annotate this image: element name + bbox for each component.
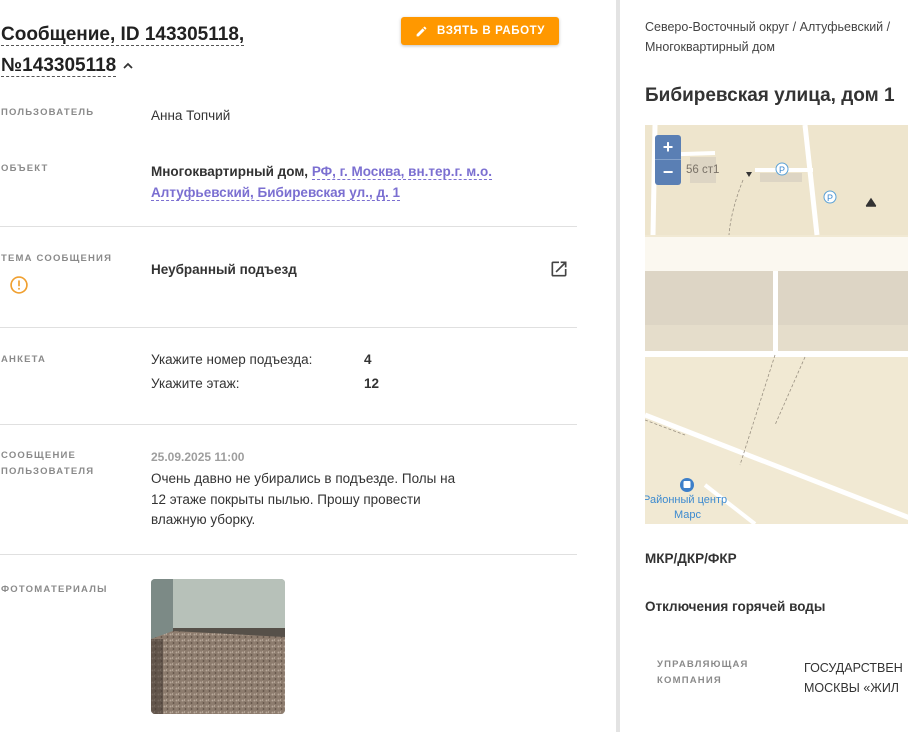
place-label-line-1: Районный центр: [645, 494, 727, 506]
divider: [0, 327, 577, 328]
message-label-line-2: ПОЛЬЗОВАТЕЛЯ: [1, 466, 95, 477]
panel-splitter[interactable]: [616, 0, 620, 732]
place-label-line-2: Марс: [674, 509, 702, 521]
uk-label-line-1: УПРАВЛЯЮЩАЯ: [657, 659, 749, 670]
take-to-work-label: ВЗЯТЬ В РАБОТУ: [436, 25, 546, 37]
divider: [0, 424, 577, 425]
survey-question: Укажите этаж:: [151, 376, 240, 391]
building-label: 56 ст1: [686, 164, 719, 176]
object-type: Многоквартирный дом,: [151, 164, 309, 179]
section-hot-water-header[interactable]: Отключения горячей воды: [645, 599, 825, 614]
management-company-label: УПРАВЛЯЮЩАЯ КОМПАНИЯ: [657, 657, 749, 689]
message-details-panel: Сообщение, ID 143305118, №143305118 ВЗЯТ…: [0, 0, 578, 732]
survey-label: АНКЕТА: [1, 354, 47, 365]
title-line-2[interactable]: №143305118: [1, 55, 117, 77]
user-value: Анна Топчий: [151, 108, 231, 123]
section-mkr-header[interactable]: МКР/ДКР/ФКР: [645, 551, 737, 566]
uk-value-line-2: МОСКВЫ «ЖИЛ: [804, 681, 900, 695]
parking-marker: P: [827, 193, 833, 203]
object-address-title: Бибиревская улица, дом 1: [645, 85, 895, 106]
survey-answer: 12: [364, 376, 380, 391]
pencil-icon: [416, 26, 427, 36]
chevron-up-icon[interactable]: [120, 58, 136, 74]
open-in-new-icon[interactable]: [549, 259, 569, 279]
message-label: СООБЩЕНИЕ ПОЛЬЗОВАТЕЛЯ: [1, 448, 94, 480]
zoom-out-button[interactable]: −: [655, 160, 681, 185]
photos-label: ФОТОМАТЕРИАЛЫ: [1, 584, 108, 595]
survey-question: Укажите номер подъезда:: [151, 352, 313, 367]
object-address-link-1[interactable]: РФ, г. Москва, вн.тер.г. м.о.: [311, 164, 492, 180]
map-zoom-control: + −: [655, 135, 681, 185]
message-label-line-1: СООБЩЕНИЕ: [1, 450, 77, 461]
user-label: ПОЛЬЗОВАТЕЛЬ: [1, 107, 95, 118]
object-side-panel: Северо-Восточный округ / Алтуфьевский / …: [621, 0, 908, 732]
survey-answer: 4: [364, 352, 372, 367]
topic-label: ТЕМА СООБЩЕНИЯ: [1, 253, 113, 264]
page-title: Сообщение, ID 143305118, №143305118: [1, 19, 301, 81]
divider: [0, 226, 577, 227]
management-company-value: ГОСУДАРСТВЕН МОСКВЫ «ЖИЛ: [804, 658, 908, 698]
object-label: ОБЪЕКТ: [1, 163, 49, 174]
uk-value-line-1: ГОСУДАРСТВЕН: [804, 661, 903, 675]
message-date: 25.09.2025 11:00: [151, 450, 245, 464]
title-line-1[interactable]: Сообщение, ID 143305118,: [1, 24, 245, 46]
divider: [0, 554, 577, 555]
object-address-link-2[interactable]: Алтуфьевский, Бибиревская ул., д. 1: [151, 185, 401, 201]
map[interactable]: P P 56 ст1 Районный центр Марс + −: [645, 125, 908, 524]
photo-thumbnail[interactable]: [151, 579, 285, 714]
message-text: Очень давно не убирались в подъезде. Пол…: [151, 471, 456, 527]
uk-label-line-2: КОМПАНИЯ: [657, 675, 722, 686]
warning-icon: [10, 276, 28, 294]
topic-value: Неубранный подъезд: [151, 262, 297, 277]
breadcrumb: Северо-Восточный округ / Алтуфьевский / …: [645, 20, 891, 54]
take-to-work-button[interactable]: ВЗЯТЬ В РАБОТУ: [401, 17, 559, 45]
zoom-in-button[interactable]: +: [655, 135, 681, 160]
object-value: Многоквартирный дом, РФ, г. Москва, вн.т…: [151, 161, 511, 203]
parking-marker: P: [779, 165, 785, 175]
